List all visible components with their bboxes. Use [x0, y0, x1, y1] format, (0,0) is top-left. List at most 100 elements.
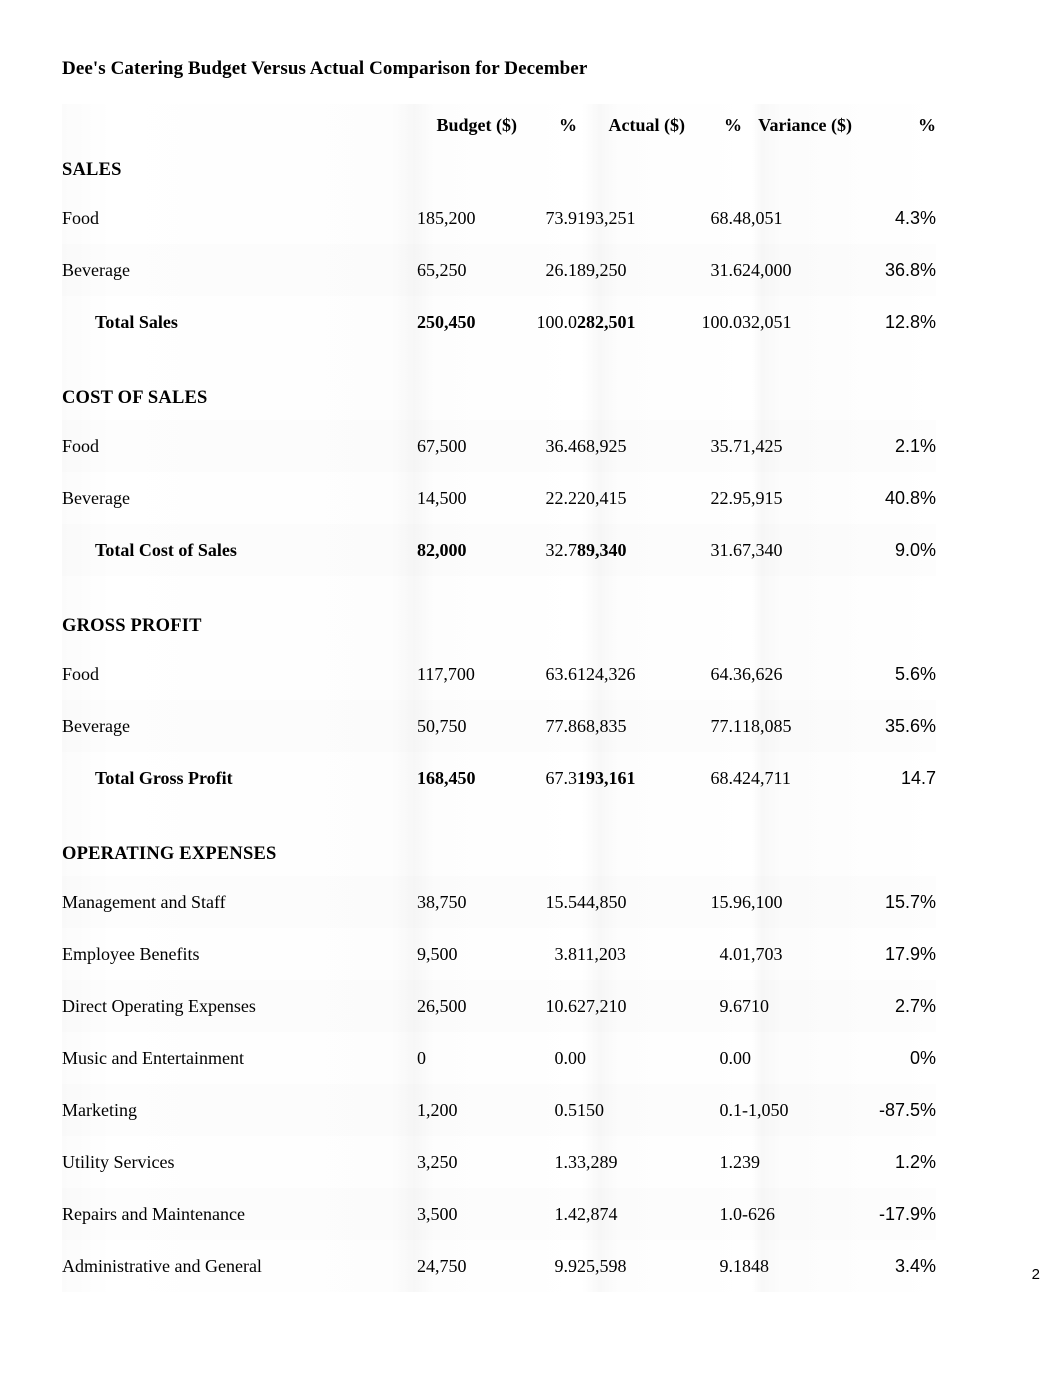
cell-actual-percent: 22.9	[710, 487, 743, 508]
cell-budget: 0	[417, 1047, 426, 1068]
spacer-cell	[62, 576, 936, 604]
cell-variance: 6,626	[742, 663, 783, 684]
cell-variance-percent: 1.2%	[894, 1151, 936, 1172]
cell-variance: 0	[742, 1047, 751, 1068]
row-label: Music and Entertainment	[62, 1047, 244, 1068]
row-label: Total Sales	[95, 311, 178, 332]
cell-actual-percent: 31.6	[710, 539, 743, 560]
cell-budget: 185,200	[417, 207, 476, 228]
cell-actual-percent: 68.4	[710, 207, 743, 228]
row-label: Beverage	[62, 259, 130, 280]
cell-variance-percent: 5.6%	[894, 663, 936, 684]
column-header-budget: Budget ($)	[436, 114, 518, 135]
table-spacer-row	[62, 348, 936, 376]
cell-budget: 168,450	[417, 767, 476, 788]
cell-variance-percent: 17.9%	[884, 943, 936, 964]
cell-actual: 0	[577, 1047, 586, 1068]
cell-variance-percent: -17.9%	[878, 1203, 936, 1224]
table-row: Marketing 1,200 0.5 150 0.1 -1,050 -87.5%	[62, 1084, 936, 1136]
cell-variance-percent: 2.1%	[894, 435, 936, 456]
spacer-cell	[62, 348, 936, 376]
page-title: Dee's Catering Budget Versus Actual Comp…	[62, 58, 588, 79]
cell-budget-percent: 15.5	[545, 891, 578, 912]
cell-actual-percent: 100.0	[701, 311, 743, 332]
document-page: Dee's Catering Budget Versus Actual Comp…	[0, 0, 1062, 1376]
row-label: Direct Operating Expenses	[62, 995, 256, 1016]
cell-budget-percent: 67.3	[545, 767, 578, 788]
table-row: Beverage 65,250 26.1 89,250 31.6 24,000 36.8%	[62, 244, 936, 296]
row-label: Repairs and Maintenance	[62, 1203, 245, 1224]
table-row: Direct Operating Expenses 26,500 10.6 27,21…	[62, 980, 936, 1032]
section-title: COST OF SALES	[62, 387, 208, 408]
cell-actual-percent: 31.6	[710, 259, 743, 280]
cell-variance-percent: 36.8%	[884, 259, 936, 280]
cell-budget: 67,500	[417, 435, 467, 456]
table-row: Music and Entertainment 0 0.0 0 0.0 0 0%	[62, 1032, 936, 1084]
row-label: Total Cost of Sales	[95, 539, 237, 560]
column-header-variance-pct: %	[918, 114, 936, 135]
cell-actual-percent: 64.3	[710, 663, 743, 684]
cell-variance-percent: -87.5%	[878, 1099, 936, 1120]
column-header-budget-pct: %	[559, 114, 577, 135]
cell-actual-percent: 9.6	[719, 995, 743, 1016]
cell-budget: 3,250	[417, 1151, 458, 1172]
cell-actual: 3,289	[577, 1151, 618, 1172]
table-row: Beverage 50,750 77.8 68,835 77.1 18,085 35.6%	[62, 700, 936, 752]
cell-variance: 1,425	[742, 435, 783, 456]
spacer-cell	[62, 804, 936, 832]
cell-budget: 117,700	[417, 663, 475, 684]
cell-budget-percent: 10.6	[545, 995, 578, 1016]
cell-actual-percent: 68.4	[710, 767, 743, 788]
cell-variance: 710	[742, 995, 769, 1016]
cell-variance: 8,051	[742, 207, 783, 228]
cell-actual-percent: 4.0	[719, 943, 743, 964]
cell-budget: 3,500	[417, 1203, 458, 1224]
table-row: Beverage 14,500 22.2 20,415 22.9 5,915 40.8%	[62, 472, 936, 524]
cell-actual: 124,326	[577, 663, 636, 684]
row-label: Food	[62, 435, 100, 456]
row-label: Total Gross Profit	[95, 767, 233, 788]
section-title: SALES	[62, 159, 122, 180]
cell-actual-percent: 1.0	[719, 1203, 743, 1224]
cell-actual-percent: 15.9	[710, 891, 743, 912]
cell-variance: 6,100	[742, 891, 783, 912]
cell-actual: 20,415	[577, 487, 627, 508]
table-section-header-row: COST OF SALES	[62, 376, 936, 420]
cell-variance: -1,050	[742, 1099, 789, 1120]
cell-variance: 7,340	[742, 539, 783, 560]
table-spacer-row	[62, 804, 936, 832]
section-title: OPERATING EXPENSES	[62, 843, 277, 864]
cell-budget-percent: 1.3	[554, 1151, 578, 1172]
row-label: Management and Staff	[62, 891, 226, 912]
table-section-header-row: OPERATING EXPENSES	[62, 832, 936, 876]
row-label: Beverage	[62, 715, 130, 736]
row-label: Employee Benefits	[62, 943, 200, 964]
cell-budget-percent: 22.2	[545, 487, 578, 508]
cell-actual: 68,925	[577, 435, 627, 456]
cell-variance-percent: 9.0%	[894, 539, 936, 560]
cell-budget-percent: 3.8	[554, 943, 578, 964]
cell-actual: 68,835	[577, 715, 627, 736]
cell-variance: 18,085	[742, 715, 792, 736]
cell-variance: 24,711	[742, 767, 791, 788]
cell-budget: 50,750	[417, 715, 467, 736]
cell-actual: 89,340	[577, 539, 627, 560]
budget-table-container: Budget ($) % Actual ($) % Variance ($) %…	[62, 104, 936, 1292]
cell-variance: 39	[742, 1151, 760, 1172]
cell-variance: 1,703	[742, 943, 783, 964]
cell-actual: 11,203	[577, 943, 626, 964]
cell-actual: 2,874	[577, 1203, 618, 1224]
cell-variance-percent: 0%	[909, 1047, 936, 1068]
cell-actual: 27,210	[577, 995, 627, 1016]
cell-budget-percent: 26.1	[545, 259, 578, 280]
cell-variance-percent: 4.3%	[894, 207, 936, 228]
cell-budget: 38,750	[417, 891, 467, 912]
table-total-row: Total Cost of Sales 82,000 32.7 89,340 31.6 7…	[62, 524, 936, 576]
cell-budget: 65,250	[417, 259, 467, 280]
cell-actual: 193,161	[577, 767, 636, 788]
cell-variance: 24,000	[742, 259, 792, 280]
table-header-row: Budget ($) % Actual ($) % Variance ($) %	[62, 104, 937, 148]
row-label: Food	[62, 663, 100, 684]
cell-actual: 44,850	[577, 891, 627, 912]
cell-actual-percent: 77.1	[710, 715, 743, 736]
